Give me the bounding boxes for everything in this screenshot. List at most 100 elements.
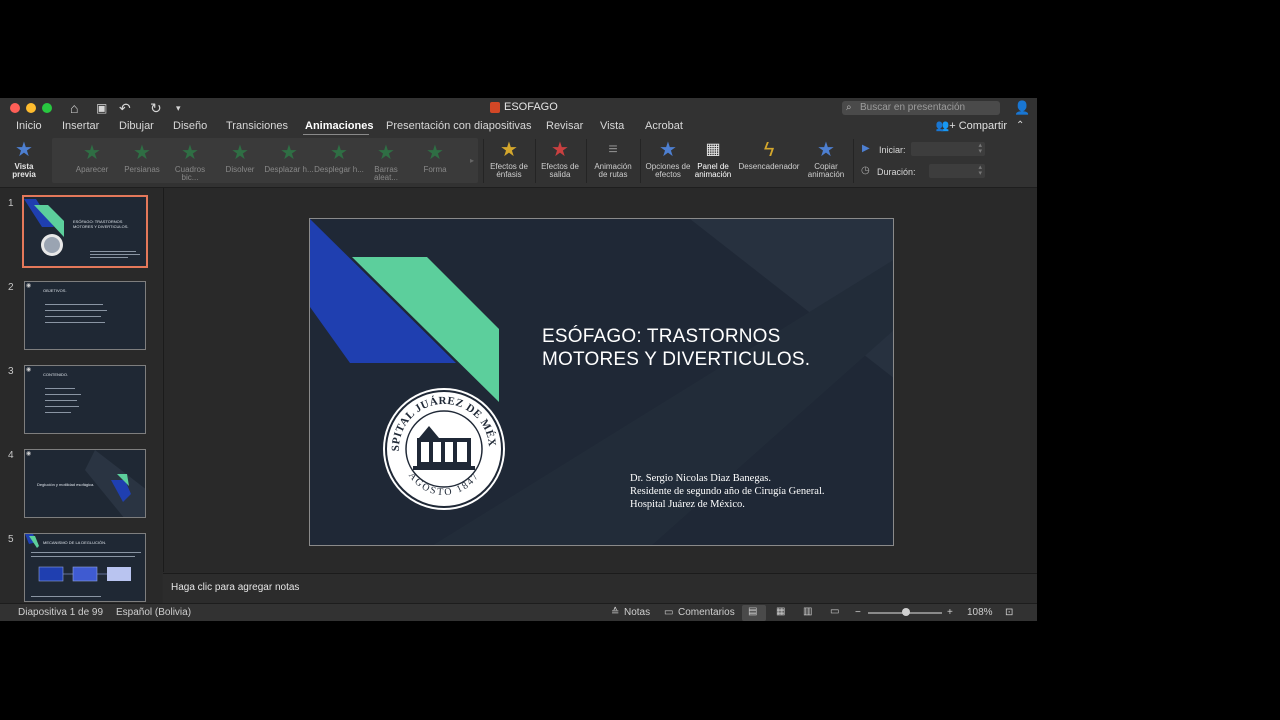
thumb-text-line [45, 322, 105, 323]
ribbon-separator [483, 139, 484, 183]
zoom-window-button[interactable] [42, 103, 52, 113]
ribbon-tabs: Inicio Insertar Dibujar Diseño Transicio… [0, 118, 1037, 136]
save-icon[interactable]: ▣ [96, 100, 107, 116]
emphasis-label: Efectos de énfasis [490, 162, 528, 179]
tab-inicio[interactable]: Inicio [16, 119, 42, 133]
tab-diseno[interactable]: Diseño [173, 119, 207, 133]
slide-thumbnail-4[interactable]: ◉ Deglución y motilidad esofágica. [24, 449, 146, 518]
preview-button[interactable]: ★ Vista previa [6, 139, 42, 179]
tab-vista[interactable]: Vista [600, 119, 624, 133]
current-slide[interactable]: HOSPITAL JUÁREZ DE MÉXICO AGOSTO 1847 ES… [309, 218, 894, 546]
effect-options-star-icon: ★ [659, 139, 677, 161]
anim-barras[interactable]: ★ Barras aleat... [362, 142, 410, 182]
slide-editor: HOSPITAL JUÁREZ DE MÉXICO AGOSTO 1847 ES… [163, 188, 1037, 572]
thumb-pin-icon: ◉ [26, 451, 32, 457]
effect-options-button[interactable]: ★ Opciones de efectos [644, 139, 692, 179]
slide-thumbnail-5[interactable]: MECANISMO DE LA DEGLUCIÓN. [24, 533, 146, 602]
zoom-slider-handle[interactable] [902, 608, 910, 616]
emphasis-effects-button[interactable]: ★ Efectos de énfasis [488, 139, 530, 179]
path-icon: ≡ [608, 141, 618, 158]
redo-icon[interactable]: ↻ [150, 100, 162, 116]
thumb-text-line [45, 388, 75, 389]
start-label: Iniciar: [879, 145, 906, 155]
language-indicator[interactable]: Español (Bolivia) [116, 607, 191, 619]
checkerboard-star-icon: ★ [181, 142, 199, 164]
tab-dibujar[interactable]: Dibujar [119, 119, 154, 133]
tab-revisar[interactable]: Revisar [546, 119, 583, 133]
thumb-text-line [45, 304, 103, 305]
notes-pane[interactable]: Haga clic para agregar notas [163, 573, 1037, 604]
comments-button[interactable]: Comentarios [678, 607, 735, 619]
add-person-icon: 👥+ [935, 120, 956, 132]
anim-disolver[interactable]: ★ Disolver [216, 142, 264, 174]
animation-pane-button[interactable]: ▦ Panel de animación [692, 139, 734, 179]
zoom-in-button[interactable]: + [947, 607, 953, 619]
thumb-text-line [90, 257, 128, 258]
zoom-level[interactable]: 108% [967, 607, 993, 619]
anim-desplegar[interactable]: ★ Desplegar h... [314, 142, 364, 174]
tab-insertar[interactable]: Insertar [62, 119, 99, 133]
copy-animation-button[interactable]: ★ Copiar animación [804, 139, 848, 179]
zoom-out-button[interactable]: − [855, 607, 861, 619]
path-animation-button[interactable]: ≡ Animación de rutas [590, 139, 636, 179]
fit-to-window-icon[interactable]: ⊡ [1005, 607, 1013, 619]
peek-in-star-icon: ★ [330, 142, 348, 164]
duration-field[interactable]: ▴ ▾ [929, 164, 985, 178]
animation-gallery: ★ Aparecer ★ Persianas ★ Cuadros bic... … [52, 138, 478, 183]
thumb-text-line [45, 394, 81, 395]
slide-title[interactable]: ESÓFAGO: TRASTORNOS MOTORES Y DIVERTICUL… [542, 325, 862, 371]
thumb-text-line [45, 316, 101, 317]
comments-icon[interactable]: ▭ [664, 607, 673, 619]
slideshow-icon[interactable]: ▭ [830, 607, 842, 617]
gallery-scroll-icon[interactable]: ▸ [470, 156, 474, 165]
tab-transiciones[interactable]: Transiciones [226, 119, 288, 133]
appear-star-icon: ★ [83, 142, 101, 164]
anim-forma[interactable]: ★ Forma [412, 142, 458, 174]
collapse-ribbon-icon[interactable]: ⌃ [1016, 119, 1024, 133]
lightning-icon: ϟ [763, 139, 775, 161]
tab-acrobat[interactable]: Acrobat [645, 119, 683, 133]
clock-icon: ◷ [861, 165, 870, 176]
animations-ribbon: ★ Vista previa ★ Aparecer ★ Persianas ★ … [0, 135, 1037, 188]
notes-toggle-button[interactable]: Notas [624, 607, 650, 619]
customize-toolbar-icon[interactable]: ▾ [176, 100, 181, 116]
stepper-icon: ▴ ▾ [978, 142, 982, 155]
anim-cuadros[interactable]: ★ Cuadros bic... [166, 142, 214, 182]
start-dropdown[interactable]: ▴ ▾ [911, 142, 985, 156]
thumb-number: 5 [8, 534, 14, 545]
anim-desplegar-label: Desplegar h... [314, 165, 364, 174]
thumb-text-line [31, 556, 135, 557]
close-window-button[interactable] [10, 103, 20, 113]
home-icon[interactable]: ⌂ [70, 100, 78, 116]
slide-thumbnail-3[interactable]: ◉ CONTENIDO. [24, 365, 146, 434]
search-input[interactable]: ⌕ Buscar en presentación [842, 101, 1000, 115]
status-bar: Diapositiva 1 de 99 Español (Bolivia) ≙ … [0, 603, 1037, 621]
undo-icon[interactable]: ↶ [119, 100, 131, 116]
copy-animation-label: Copiar animación [807, 162, 845, 179]
random-bars-star-icon: ★ [377, 142, 395, 164]
tab-presentacion[interactable]: Presentación con diapositivas [386, 119, 532, 133]
normal-view-icon[interactable]: ▤ [748, 607, 760, 617]
anim-persianas[interactable]: ★ Persianas [118, 142, 166, 174]
notes-toggle-icon[interactable]: ≙ [611, 607, 619, 619]
presenter-info[interactable]: Dr. Sergio Nicolas Diaz Banegas. Residen… [630, 472, 824, 511]
exit-effects-button[interactable]: ★ Efectos de salida [539, 139, 581, 179]
anim-disolver-label: Disolver [225, 165, 255, 174]
user-icon[interactable]: 👤 [1014, 100, 1030, 116]
tab-animaciones[interactable]: Animaciones [305, 119, 373, 133]
share-button[interactable]: 👥+ Compartir [936, 119, 1007, 132]
trigger-button[interactable]: ϟ Desencadenador [736, 139, 802, 171]
exit-label: Efectos de salida [541, 162, 579, 179]
reading-view-icon[interactable]: ▥ [803, 607, 815, 617]
anim-aparecer[interactable]: ★ Aparecer [68, 142, 116, 174]
slide-thumbnail-2[interactable]: ◉ OBJETIVOS. [24, 281, 146, 350]
thumb-text-line [45, 406, 79, 407]
minimize-window-button[interactable] [26, 103, 36, 113]
anim-barras-label: Barras aleat... [373, 165, 398, 182]
exit-star-icon: ★ [551, 139, 569, 161]
slide-sorter-icon[interactable]: ▦ [776, 607, 788, 617]
anim-desplazar[interactable]: ★ Desplazar h... [264, 142, 314, 174]
duration-stepper-icon: ▴ ▾ [978, 164, 982, 177]
presenter-hospital: Hospital Juárez de México. [630, 499, 745, 510]
slide-thumbnail-1[interactable]: ESÓFAGO: TRASTORNOS MOTORES Y DIVERTICUL… [22, 195, 148, 268]
